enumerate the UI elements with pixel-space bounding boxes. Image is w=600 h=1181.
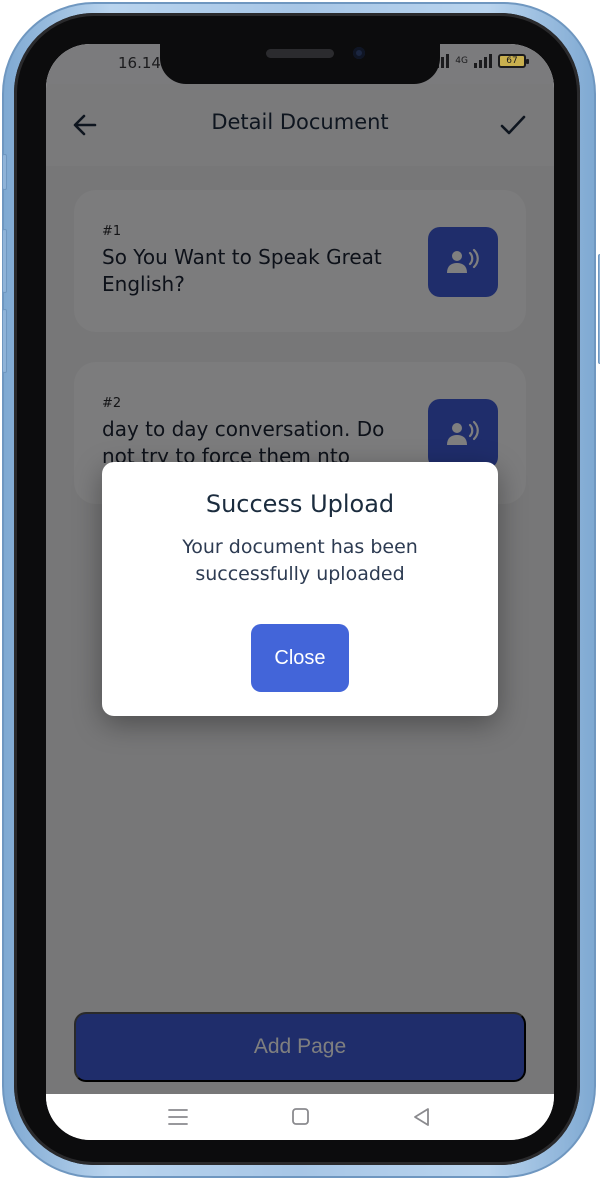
phone-screen: 16.14 4G 67 Detail Document bbox=[46, 44, 554, 1140]
side-button-volume-up bbox=[2, 229, 7, 293]
earpiece-icon bbox=[266, 49, 334, 58]
network-label: 4G bbox=[455, 56, 468, 66]
status-icons: 4G 67 bbox=[431, 54, 529, 68]
signal-icon-2 bbox=[474, 54, 492, 68]
home-square-icon bbox=[292, 1108, 309, 1125]
notch bbox=[160, 44, 440, 84]
nav-home-button[interactable] bbox=[288, 1106, 312, 1128]
status-time: 16.14 bbox=[118, 54, 161, 72]
success-dialog: Success Upload Your document has been su… bbox=[102, 462, 498, 716]
menu-icon bbox=[168, 1109, 188, 1125]
close-button[interactable]: Close bbox=[251, 624, 349, 692]
dialog-message: Your document has been successfully uplo… bbox=[182, 536, 418, 585]
dialog-title: Success Upload bbox=[205, 490, 395, 518]
side-button-volume-down bbox=[2, 309, 7, 373]
battery-icon: 67 bbox=[498, 54, 529, 68]
navigation-bar bbox=[46, 1094, 554, 1140]
side-button-mute bbox=[2, 154, 7, 190]
nav-menu-button[interactable] bbox=[166, 1106, 190, 1128]
back-triangle-icon bbox=[414, 1108, 429, 1126]
front-camera-icon bbox=[353, 47, 365, 59]
nav-back-button[interactable] bbox=[410, 1106, 434, 1128]
